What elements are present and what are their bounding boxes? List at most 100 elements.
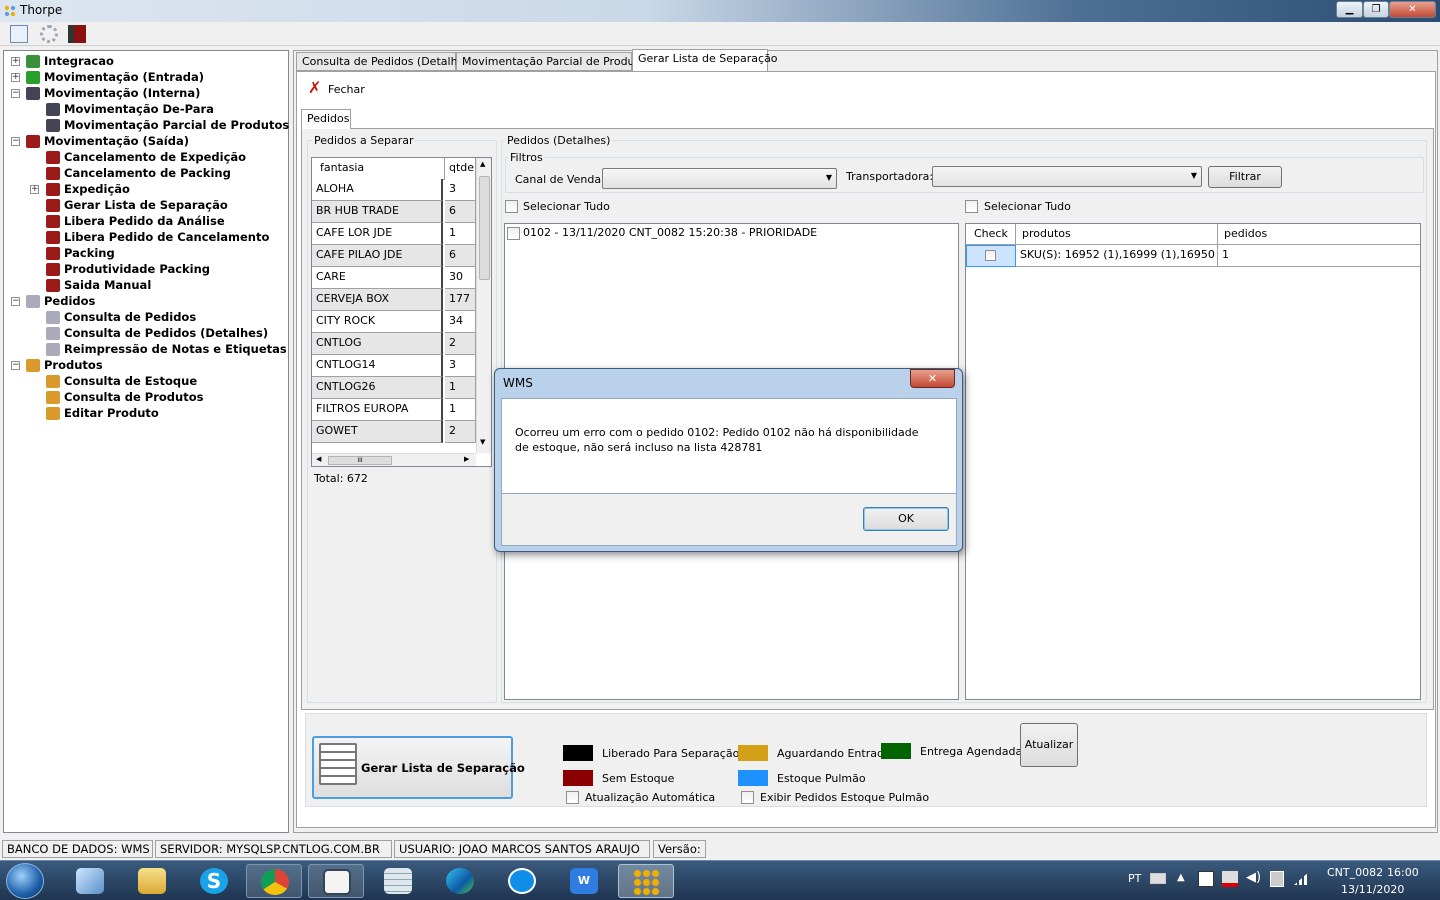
sku-row-pedidos[interactable]: 1 [1218,245,1420,267]
tree-item[interactable]: Reimpressão de Notas e Etiquetas [46,341,287,357]
table-row-fantasia[interactable]: CITY ROCK [312,311,443,333]
minimize-button[interactable]: ▁ [1336,1,1363,18]
taskbar-teamviewer[interactable] [494,864,550,898]
taskbar-edge[interactable] [432,864,488,898]
tree-item[interactable]: Movimentação (Entrada) [26,69,204,85]
tab-movimentacao-parcial[interactable]: Movimentação Parcial de Produtos [456,52,651,71]
tree-item[interactable]: Cancelamento de Packing [46,165,231,181]
close-tab-button[interactable]: ✗ Fechar [308,78,368,98]
exit-app-icon[interactable] [68,25,86,43]
close-window-button[interactable]: ✕ [1389,1,1436,18]
tree-expander[interactable]: − [11,89,20,98]
volume-icon[interactable]: ◀) [1246,870,1261,885]
tree-expander[interactable]: − [11,297,20,306]
vertical-scrollbar[interactable]: ▲ ▼ [476,158,491,453]
window-list-icon[interactable] [10,25,28,43]
tree-item[interactable]: Produtividade Packing [46,261,210,277]
tray-app-icon[interactable] [1198,871,1214,887]
tab-gerar-lista-separacao[interactable]: Gerar Lista de Separação [632,49,778,71]
keyboard-icon[interactable] [1150,873,1166,884]
table-row-fantasia[interactable]: CNTLOG26 [312,377,443,399]
tree-expander[interactable]: − [11,361,20,370]
tree-item[interactable]: Movimentação (Saída) [26,133,189,149]
table-row-qtdep[interactable]: 1 [445,223,476,245]
order-item[interactable]: 0102 - 13/11/2020 CNT_0082 15:20:38 - PR… [523,226,817,239]
settings-gear-icon[interactable] [40,25,58,43]
filtrar-button[interactable]: Filtrar [1208,166,1282,188]
tab-consulta-pedidos-detalhes[interactable]: Consulta de Pedidos (Detalhes) [296,52,474,71]
sku-row-checkbox[interactable] [985,250,996,261]
tree-item[interactable]: Libera Pedido de Cancelamento [46,229,269,245]
tree-item[interactable]: Editar Produto [46,405,159,421]
taskbar-chrome[interactable] [246,864,302,898]
table-row-fantasia[interactable]: ALOHA [312,179,443,201]
transportadora-select[interactable] [932,166,1202,187]
tree-item[interactable]: Movimentação (Interna) [26,85,200,101]
scroll-left-icon[interactable]: ◀ [316,455,321,463]
table-row-qtdep[interactable]: 2 [445,333,476,355]
sku-row-check-cell[interactable] [966,245,1016,267]
taskbar-wps[interactable]: W [556,864,612,898]
signal-icon[interactable] [1294,871,1310,885]
canal-venda-select[interactable] [602,168,837,189]
order-checkbox[interactable] [507,227,520,240]
table-row-fantasia[interactable]: BR HUB TRADE [312,201,443,223]
table-row-fantasia[interactable]: CAFE LOR JDE [312,223,443,245]
tree-expander[interactable]: + [11,73,20,82]
tree-expander[interactable]: + [11,57,20,66]
table-row-fantasia[interactable]: CNTLOG [312,333,443,355]
clock-date[interactable]: 13/11/2020 [1341,883,1404,896]
table-row-qtdep[interactable]: 6 [445,245,476,267]
taskbar-calculator[interactable] [370,864,426,898]
tree-item[interactable]: Consulta de Produtos [46,389,203,405]
inner-tab-pedidos[interactable]: Pedidos [301,109,351,129]
table-row-fantasia[interactable]: CARE [312,267,443,289]
tree-item[interactable]: Consulta de Estoque [46,373,197,389]
tree-item[interactable]: Saida Manual [46,277,151,293]
table-row-qtdep[interactable]: 3 [445,179,476,201]
dialog-close-button[interactable]: ✕ [910,369,955,388]
tree-item[interactable]: Packing [46,245,115,261]
table-row-qtdep[interactable]: 1 [445,399,476,421]
taskbar-app-window[interactable] [308,864,364,898]
table-row-fantasia[interactable]: CNTLOG14 [312,355,443,377]
column-header-qtdep[interactable]: qtdep [445,158,476,180]
maximize-button[interactable]: ❐ [1363,1,1389,18]
scroll-up-icon[interactable]: ▲ [480,160,485,168]
table-row-qtdep[interactable]: 30 [445,267,476,289]
tree-item[interactable]: Pedidos [26,293,95,309]
column-header-fantasia[interactable]: fantasia [312,158,445,180]
table-row-fantasia[interactable]: CAFE PILAO JDE [312,245,443,267]
network-alert-icon[interactable] [1222,871,1238,887]
scroll-right-icon[interactable]: ▶ [464,455,469,463]
select-all-sku-checkbox[interactable] [965,200,978,213]
horizontal-scrollbar[interactable]: ◀ III ▶ [312,453,476,466]
select-all-orders-checkbox[interactable] [505,200,518,213]
taskbar-explorer[interactable] [124,864,180,898]
gerar-lista-button[interactable]: Gerar Lista de Separação [312,736,525,799]
table-row-qtdep[interactable]: 34 [445,311,476,333]
hscroll-thumb[interactable]: III [328,456,392,465]
taskbar-thorpe[interactable] [618,864,674,898]
table-row-qtdep[interactable]: 3 [445,355,476,377]
table-row-qtdep[interactable]: 6 [445,201,476,223]
sku-row-produtos[interactable]: SKU(S): 16952 (1),16999 (1),16950 (1),..… [1016,245,1218,267]
tray-device-icon[interactable] [1270,871,1284,887]
taskbar-skype[interactable]: S [186,864,242,898]
tree-item[interactable]: Produtos [26,357,103,373]
tree-expander[interactable]: − [11,137,20,146]
taskbar-notes[interactable] [62,864,118,898]
table-row-fantasia[interactable]: GOWET [312,421,443,443]
column-header-pedidos[interactable]: pedidos [1218,224,1420,245]
auto-update-checkbox[interactable] [566,791,579,804]
tree-item[interactable]: Integracao [26,53,114,69]
tree-item[interactable]: Consulta de Pedidos [46,309,196,325]
tree-item[interactable]: Movimentação Parcial de Produtos [46,117,289,133]
tree-item[interactable]: Gerar Lista de Separação [46,197,228,213]
tree-item[interactable]: Libera Pedido da Análise [46,213,225,229]
table-row-fantasia[interactable]: CERVEJA BOX [312,289,443,311]
table-row-qtdep[interactable]: 1 [445,377,476,399]
column-header-produtos[interactable]: produtos [1016,224,1218,245]
clock-time[interactable]: 16:00 [1387,866,1419,879]
show-pulmao-checkbox[interactable] [741,791,754,804]
